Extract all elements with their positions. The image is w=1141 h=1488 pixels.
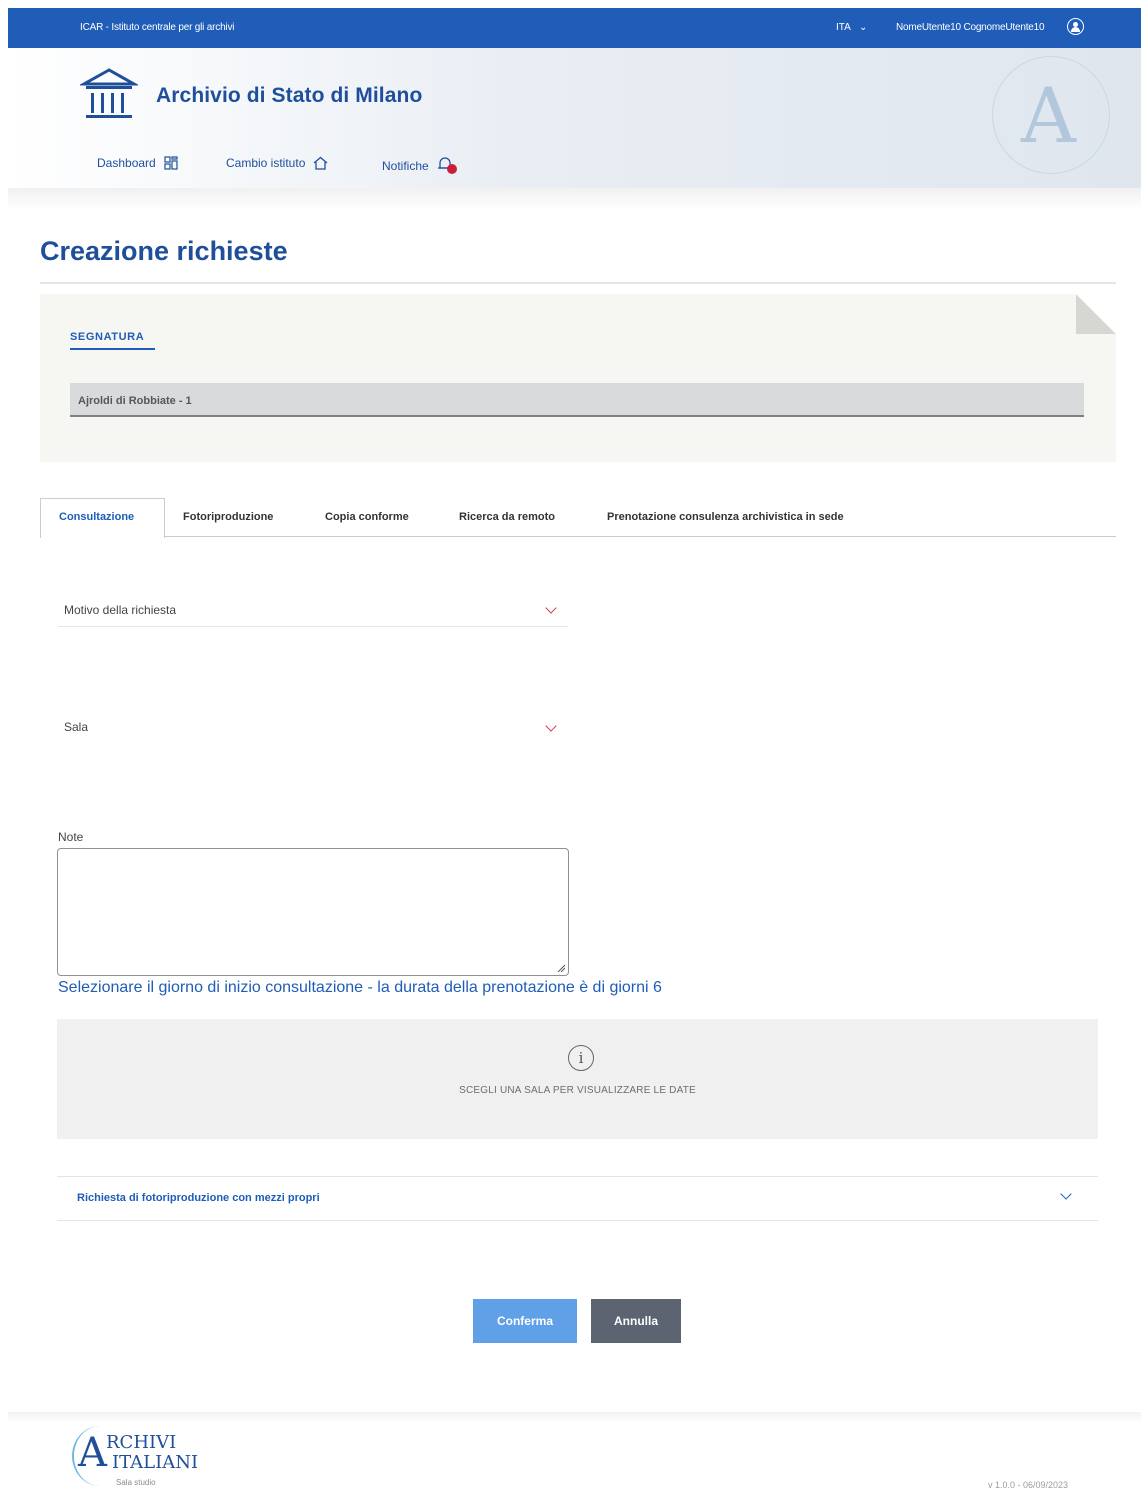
- segnatura-underline: [70, 348, 155, 350]
- nav-cambio-istituto[interactable]: Cambio istituto: [226, 156, 328, 170]
- header-shadow: [8, 188, 1141, 210]
- motivo-underline: [58, 626, 568, 627]
- nav-notifiche[interactable]: Notifiche: [382, 156, 459, 176]
- chevron-down-icon: [545, 720, 557, 732]
- watermark-letter: A: [1021, 71, 1076, 160]
- title-divider: [40, 282, 1116, 284]
- nav-notifiche-label: Notifiche: [382, 159, 429, 173]
- segnatura-label: SEGNATURA: [70, 331, 145, 343]
- institute-link[interactable]: ICAR - Istituto centrale per gli archivi: [80, 22, 234, 33]
- nav-cambio-istituto-label: Cambio istituto: [226, 156, 306, 170]
- accordion-bottom-border: [57, 1220, 1098, 1221]
- segnatura-card: [40, 294, 1116, 462]
- note-label: Note: [58, 830, 84, 844]
- note-textarea[interactable]: [57, 848, 569, 976]
- card-corner-fold: [1076, 294, 1116, 334]
- dates-info-text: SCEGLI UNA SALA PER VISUALIZZARE LE DATE: [459, 1085, 696, 1096]
- accordion-title: Richiesta di fotoriproduzione con mezzi …: [77, 1192, 320, 1204]
- top-bar: ICAR - Istituto centrale per gli archivi…: [8, 8, 1141, 48]
- site-title[interactable]: Archivio di Stato di Milano: [156, 84, 422, 108]
- footer-shadow: [8, 1412, 1141, 1422]
- tab-ricerca-da-remoto[interactable]: Ricerca da remoto: [459, 511, 555, 523]
- brand-watermark: A: [992, 56, 1110, 174]
- archivi-italiani-logo: A RCHIVI ITALIANI Sala studio: [72, 1426, 232, 1488]
- info-icon: i: [568, 1045, 594, 1071]
- chevron-down-icon: [1060, 1188, 1072, 1200]
- tab-consultazione[interactable]: Consultazione: [59, 511, 134, 523]
- logo-line-1: RCHIVI: [106, 1432, 177, 1453]
- tabs-divider: [40, 536, 1116, 537]
- cancel-button[interactable]: Annulla: [591, 1299, 681, 1343]
- dates-info-panel: [57, 1019, 1098, 1139]
- language-select[interactable]: ITA ⌄: [836, 22, 867, 33]
- home-icon: [313, 156, 328, 170]
- logo-line-2: ITALIANI: [112, 1452, 199, 1473]
- app-version: v 1.0.0 - 06/09/2023: [988, 1480, 1069, 1488]
- grid-icon: [164, 156, 178, 170]
- logo-subtitle: Sala studio: [116, 1478, 156, 1487]
- segnatura-value: Ajroldi di Robbiate - 1: [78, 395, 192, 407]
- institution-building-icon: [80, 68, 138, 118]
- user-avatar-icon[interactable]: [1067, 18, 1084, 35]
- tab-copia-conforme[interactable]: Copia conforme: [325, 511, 409, 523]
- logo-letter: A: [78, 1430, 107, 1476]
- chevron-down-icon: ⌄: [859, 22, 868, 33]
- tab-fotoriproduzione[interactable]: Fotoriproduzione: [183, 511, 273, 523]
- site-header: [8, 48, 1141, 188]
- segnatura-field: [70, 383, 1084, 417]
- user-name[interactable]: NomeUtente10 CognomeUtente10: [896, 22, 1045, 33]
- accordion-top-border: [57, 1176, 1098, 1177]
- confirm-button[interactable]: Conferma: [473, 1299, 577, 1343]
- page-title: Creazione richieste: [40, 236, 288, 266]
- tab-prenotazione-consulenza[interactable]: Prenotazione consulenza archivistica in …: [607, 511, 844, 523]
- resize-handle-icon[interactable]: [557, 964, 565, 972]
- bell-icon: [437, 157, 457, 174]
- motivo-label: Motivo della richiesta: [64, 603, 177, 617]
- nav-dashboard[interactable]: Dashboard: [97, 156, 178, 170]
- chevron-down-icon: [545, 602, 557, 614]
- select-day-instruction: Selezionare il giorno di inizio consulta…: [58, 979, 662, 996]
- sala-label: Sala: [64, 720, 89, 734]
- nav-dashboard-label: Dashboard: [97, 156, 156, 170]
- language-label: ITA: [836, 22, 851, 33]
